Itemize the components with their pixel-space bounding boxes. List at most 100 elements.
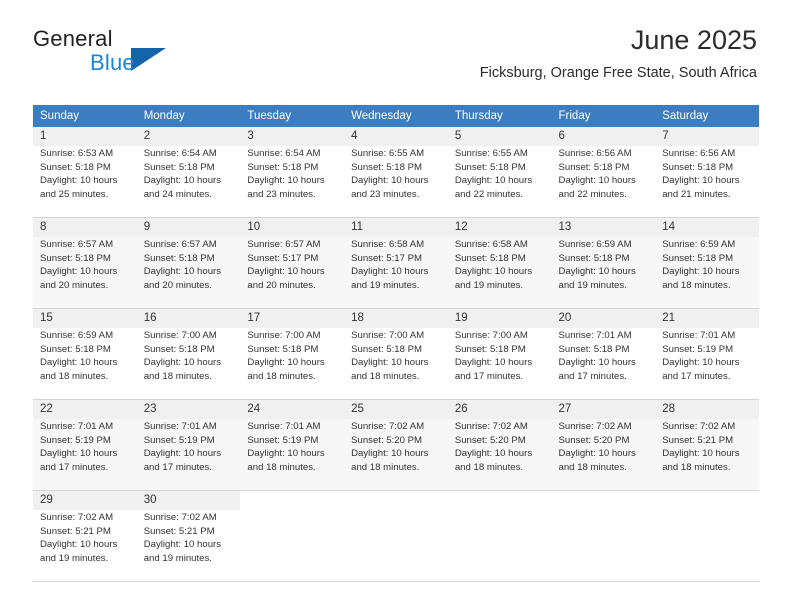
day-cell-content: 10 Sunrise: 6:57 AM Sunset: 5:17 PM Dayligh… [240,218,345,308]
daylight-text-line1: Daylight: 10 hours [40,175,118,187]
day-cell-content: 4 Sunrise: 6:55 AM Sunset: 5:18 PM Daylight… [344,127,448,217]
day-number: 15 [33,309,137,328]
day-cell-content: 8 Sunrise: 6:57 AM Sunset: 5:18 PM Daylight… [33,218,137,308]
calendar-day-cell[interactable]: 10 Sunrise: 6:57 AM Sunset: 5:17 PM Dayligh… [240,217,345,309]
sunrise-text: Sunrise: 6:55 AM [351,148,425,159]
sunset-text: Sunset: 5:19 PM [143,434,215,446]
sunrise-text: Sunrise: 7:02 AM [351,421,425,432]
sunrise-text: Sunrise: 7:02 AM [662,421,736,432]
sunrise-text: Sunrise: 7:02 AM [143,512,217,523]
calendar-day-cell[interactable]: 23 Sunrise: 7:01 AM Sunset: 5:19 PM Dayligh… [136,399,241,491]
calendar-day-cell[interactable]: 13 Sunrise: 6:59 AM Sunset: 5:18 PM Dayligh… [551,217,656,309]
calendar-day-cell[interactable]: 12 Sunrise: 6:58 AM Sunset: 5:18 PM Dayligh… [447,217,552,309]
daylight-text-line1: Daylight: 10 hours [40,448,118,460]
calendar-day-cell[interactable]: 21 Sunrise: 7:01 AM Sunset: 5:19 PM Dayligh… [655,308,759,400]
weekday-header-thursday: Thursday [447,105,552,127]
day-cell-content: 24 Sunrise: 7:01 AM Sunset: 5:19 PM Dayligh… [240,400,345,490]
daylight-text-line2: and 18 minutes. [454,461,524,473]
calendar-day-cell[interactable]: 2 Sunrise: 6:54 AM Sunset: 5:18 PM Daylight… [136,127,241,218]
calendar-day-cell-empty [344,490,448,582]
day-details: Sunrise: 7:00 AM Sunset: 5:18 PM Daylight:… [136,328,241,384]
sunset-text: Sunset: 5:18 PM [662,252,734,264]
day-details: Sunrise: 6:57 AM Sunset: 5:18 PM Daylight:… [33,237,137,293]
day-number: 11 [344,218,448,237]
calendar-day-cell[interactable]: 25 Sunrise: 7:02 AM Sunset: 5:20 PM Dayligh… [344,399,448,491]
daylight-text-line2: and 21 minutes. [662,188,731,200]
calendar-day-cell[interactable]: 17 Sunrise: 7:00 AM Sunset: 5:18 PM Dayligh… [240,308,345,400]
sunrise-text: Sunrise: 7:00 AM [454,330,528,341]
calendar-day-cell[interactable]: 8 Sunrise: 6:57 AM Sunset: 5:18 PM Daylight… [33,217,137,309]
calendar-day-cell[interactable]: 11 Sunrise: 6:58 AM Sunset: 5:17 PM Dayligh… [344,217,448,309]
page-title: June 2025 [630,25,757,55]
day-details: Sunrise: 7:00 AM Sunset: 5:18 PM Daylight:… [344,328,448,384]
daylight-text-line1: Daylight: 10 hours [558,175,636,187]
calendar-day-cell[interactable]: 1 Sunrise: 6:53 AM Sunset: 5:18 PM Daylight… [33,127,137,218]
day-details: Sunrise: 6:56 AM Sunset: 5:18 PM Daylight:… [655,146,759,202]
page-header: General Blue June 2025 Ficksburg, Orange… [0,0,792,80]
day-number: 20 [551,309,656,328]
sunset-text: Sunset: 5:18 PM [40,161,111,173]
calendar-day-cell[interactable]: 3 Sunrise: 6:54 AM Sunset: 5:18 PM Daylight… [240,127,345,218]
calendar-day-cell[interactable]: 9 Sunrise: 6:57 AM Sunset: 5:18 PM Daylight… [136,217,241,309]
sunrise-sunset-calendar: Sunday Monday Tuesday Wednesday Thursday… [33,105,759,582]
day-cell-content: 28 Sunrise: 7:02 AM Sunset: 5:21 PM Dayligh… [655,400,759,490]
sunset-text: Sunset: 5:20 PM [454,434,526,446]
sunset-text: Sunset: 5:20 PM [558,434,630,446]
weekday-header-wednesday: Wednesday [344,105,448,127]
calendar-day-cell[interactable]: 30 Sunrise: 7:02 AM Sunset: 5:21 PM Dayligh… [136,490,241,582]
day-details: Sunrise: 6:59 AM Sunset: 5:18 PM Daylight:… [551,237,656,293]
sunrise-text: Sunrise: 6:54 AM [143,148,217,159]
day-number: 9 [136,218,241,237]
sunset-text: Sunset: 5:18 PM [558,252,630,264]
calendar-day-cell[interactable]: 15 Sunrise: 6:59 AM Sunset: 5:18 PM Dayligh… [33,308,137,400]
calendar-day-cell[interactable]: 18 Sunrise: 7:00 AM Sunset: 5:18 PM Dayligh… [344,308,448,400]
calendar-day-cell[interactable]: 20 Sunrise: 7:01 AM Sunset: 5:18 PM Dayligh… [551,308,656,400]
calendar-day-cell[interactable]: 16 Sunrise: 7:00 AM Sunset: 5:18 PM Dayligh… [136,308,241,400]
calendar-day-cell[interactable]: 4 Sunrise: 6:55 AM Sunset: 5:18 PM Daylight… [344,127,448,218]
weekday-header-monday: Monday [136,105,241,127]
day-number: 13 [551,218,656,237]
daylight-text-line1: Daylight: 10 hours [662,266,740,278]
daylight-text-line1: Daylight: 10 hours [247,175,325,187]
day-number: 26 [447,400,552,419]
calendar-day-cell[interactable]: 6 Sunrise: 6:56 AM Sunset: 5:18 PM Daylight… [551,127,656,218]
day-number: 28 [655,400,759,419]
sunset-text: Sunset: 5:18 PM [247,343,319,355]
sunrise-text: Sunrise: 6:55 AM [454,148,528,159]
daylight-text-line2: and 18 minutes. [351,370,420,382]
calendar-day-cell[interactable]: 29 Sunrise: 7:02 AM Sunset: 5:21 PM Dayligh… [33,490,137,582]
calendar-day-cell[interactable]: 5 Sunrise: 6:55 AM Sunset: 5:18 PM Daylight… [447,127,552,218]
daylight-text-line1: Daylight: 10 hours [351,448,429,460]
calendar-week-row: 15 Sunrise: 6:59 AM Sunset: 5:18 PM Dayligh… [33,308,759,400]
calendar-day-cell[interactable]: 24 Sunrise: 7:01 AM Sunset: 5:19 PM Dayligh… [240,399,345,491]
weekday-header-saturday: Saturday [655,105,759,127]
day-details: Sunrise: 6:56 AM Sunset: 5:18 PM Daylight:… [551,146,656,202]
daylight-text-line1: Daylight: 10 hours [558,448,636,460]
daylight-text-line1: Daylight: 10 hours [143,175,222,187]
sunrise-text: Sunrise: 6:58 AM [454,239,528,250]
daylight-text-line2: and 17 minutes. [40,461,109,473]
calendar-day-cell[interactable]: 22 Sunrise: 7:01 AM Sunset: 5:19 PM Dayligh… [33,399,137,491]
general-blue-logo[interactable]: General Blue [33,28,263,80]
calendar-day-cell[interactable]: 19 Sunrise: 7:00 AM Sunset: 5:18 PM Dayligh… [447,308,552,400]
calendar-day-cell[interactable]: 7 Sunrise: 6:56 AM Sunset: 5:18 PM Daylight… [655,127,759,218]
day-number: 8 [33,218,137,237]
title-block: June 2025 Ficksburg, Orange Free State, … [480,25,757,80]
day-number: 29 [33,491,137,510]
daylight-text-line1: Daylight: 10 hours [454,266,533,278]
calendar-body: 1 Sunrise: 6:53 AM Sunset: 5:18 PM Daylight… [33,127,759,582]
day-cell-content: 14 Sunrise: 6:59 AM Sunset: 5:18 PM Dayligh… [655,218,759,308]
day-cell-content: 17 Sunrise: 7:00 AM Sunset: 5:18 PM Dayligh… [240,309,345,399]
day-details: Sunrise: 6:57 AM Sunset: 5:17 PM Daylight:… [240,237,345,293]
day-details: Sunrise: 6:55 AM Sunset: 5:18 PM Daylight:… [344,146,448,202]
calendar-page: General Blue June 2025 Ficksburg, Orange… [0,0,792,612]
calendar-day-cell[interactable]: 27 Sunrise: 7:02 AM Sunset: 5:20 PM Dayligh… [551,399,656,491]
calendar-day-cell[interactable]: 26 Sunrise: 7:02 AM Sunset: 5:20 PM Dayligh… [447,399,552,491]
day-details: Sunrise: 7:01 AM Sunset: 5:19 PM Daylight:… [655,328,759,384]
calendar-day-cell[interactable]: 14 Sunrise: 6:59 AM Sunset: 5:18 PM Dayligh… [655,217,759,309]
sunrise-text: Sunrise: 7:01 AM [40,421,114,432]
day-number: 1 [33,127,137,146]
daylight-text-line2: and 20 minutes. [247,279,316,291]
calendar-day-cell[interactable]: 28 Sunrise: 7:02 AM Sunset: 5:21 PM Dayligh… [655,399,759,491]
day-details: Sunrise: 7:02 AM Sunset: 5:20 PM Daylight:… [447,419,552,475]
